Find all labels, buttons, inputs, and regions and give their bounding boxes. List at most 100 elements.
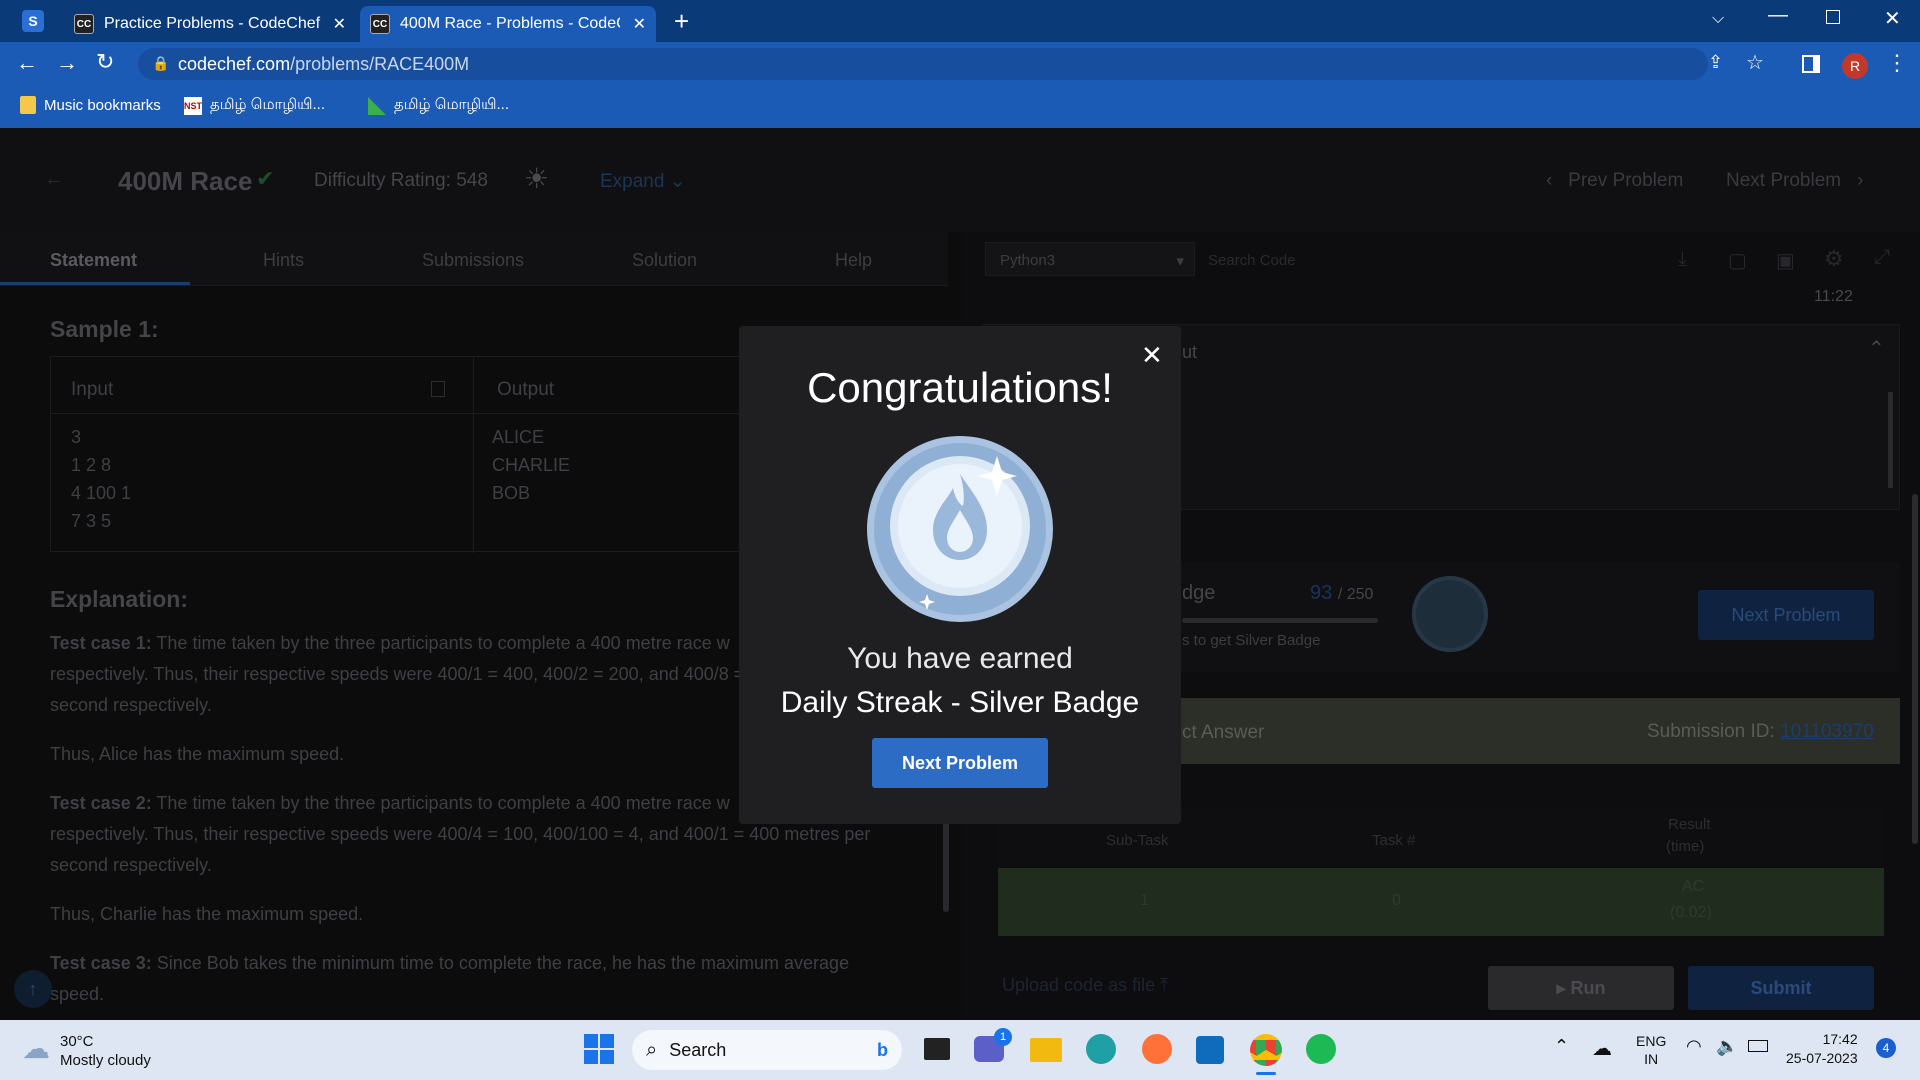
cell: 0 bbox=[1392, 892, 1401, 909]
side-panel-icon[interactable] bbox=[1802, 55, 1820, 73]
new-tab-icon[interactable]: + bbox=[674, 6, 689, 37]
browser-tab-practice[interactable]: CC Practice Problems - CodeChef ✕ bbox=[64, 6, 356, 42]
expand-button[interactable]: Expand ⌄ bbox=[600, 170, 686, 193]
output-line: BOB bbox=[492, 483, 531, 503]
submission-id-link[interactable]: 101103970 bbox=[1780, 721, 1874, 742]
volume-icon[interactable]: 🔈 bbox=[1716, 1036, 1738, 1057]
close-window-icon[interactable]: ✕ bbox=[1884, 6, 1901, 31]
minimize-icon[interactable]: — bbox=[1768, 4, 1788, 27]
clock-time: 17:42 bbox=[1822, 1031, 1858, 1047]
url-input[interactable]: 🔒 codechef.com/problems/RACE400M ⇪ ☆ bbox=[138, 48, 1764, 80]
settings-gear-icon[interactable]: ⚙ bbox=[1824, 246, 1844, 272]
windows-taskbar: ☁ 30°C Mostly cloudy ⌕ Search b 1 ⌃ ☁ EN… bbox=[0, 1020, 1920, 1080]
tab-submissions[interactable]: Submissions bbox=[422, 250, 524, 271]
firefox-icon[interactable] bbox=[1142, 1034, 1172, 1064]
tab-help[interactable]: Help bbox=[835, 250, 872, 271]
close-tab-icon[interactable]: ✕ bbox=[633, 14, 646, 34]
page-scrollbar[interactable] bbox=[1912, 494, 1918, 844]
input-line: 3 bbox=[71, 427, 82, 447]
search-code-input[interactable]: Search Code bbox=[1208, 252, 1296, 269]
next-problem-button-bg[interactable]: Next Problem bbox=[1698, 590, 1874, 640]
silver-badge-icon bbox=[1412, 576, 1488, 652]
col-time: (time) bbox=[1666, 838, 1705, 855]
scroll-top-button[interactable]: ↑ bbox=[14, 970, 52, 1008]
bookmark-tamil-1[interactable]: NST தமிழ் மொழியி... bbox=[184, 96, 325, 115]
col-result: Result bbox=[1668, 816, 1711, 833]
fullscreen-icon[interactable]: ⤢ bbox=[1874, 246, 1890, 269]
tc-text: speed. bbox=[50, 984, 105, 1004]
battery-icon[interactable] bbox=[1748, 1040, 1768, 1052]
sample-output-label: Output bbox=[497, 379, 555, 400]
menu-kebab-icon[interactable]: ⋮ bbox=[1886, 50, 1908, 76]
browser-tab-active[interactable]: CC 400M Race - Problems - CodeCh ✕ bbox=[360, 6, 656, 42]
tab-search-chevron-icon[interactable]: ⌵ bbox=[1712, 10, 1724, 28]
tab-hints[interactable]: Hints bbox=[263, 250, 304, 271]
site-favicon-icon: NST bbox=[184, 96, 202, 115]
store-icon[interactable] bbox=[1196, 1036, 1224, 1064]
share-icon[interactable]: ⇪ bbox=[1708, 52, 1723, 73]
tab-statement[interactable]: Statement bbox=[50, 250, 137, 271]
download-icon[interactable]: ⤓ bbox=[1678, 248, 1687, 271]
onedrive-icon[interactable]: ☁ bbox=[1592, 1036, 1612, 1061]
tc-label: Test case 2: bbox=[50, 793, 152, 813]
notification-badge[interactable]: 4 bbox=[1876, 1038, 1896, 1058]
language-indicator[interactable]: ENG IN bbox=[1636, 1032, 1666, 1068]
back-arrow-icon[interactable]: ← bbox=[44, 168, 64, 191]
badge-label: dge bbox=[1182, 582, 1216, 604]
close-icon[interactable]: ✕ bbox=[1141, 340, 1163, 371]
chevron-up-icon[interactable]: ⌃ bbox=[1554, 1036, 1569, 1057]
tab-solution[interactable]: Solution bbox=[632, 250, 697, 271]
dropdown-caret-icon: ▾ bbox=[1176, 253, 1184, 270]
search-icon: ⌕ bbox=[646, 1038, 658, 1061]
flag-icon bbox=[368, 96, 386, 115]
active-app-indicator bbox=[1256, 1072, 1276, 1075]
tc-label: Test case 3: bbox=[50, 953, 152, 973]
close-tab-icon[interactable]: ✕ bbox=[333, 14, 346, 34]
sample-input-label: Input bbox=[71, 379, 114, 400]
next-problem-button[interactable]: Next Problem bbox=[872, 738, 1048, 788]
language-select[interactable]: Python3 ▾ bbox=[985, 242, 1195, 276]
comment-icon[interactable]: ▢ bbox=[1728, 248, 1747, 273]
theme-sun-icon[interactable]: ☀ bbox=[524, 162, 549, 195]
edge-icon[interactable] bbox=[1086, 1034, 1116, 1064]
restore-icon[interactable] bbox=[1826, 10, 1840, 24]
bookmarks-bar: Music bookmarks NST தமிழ் மொழியி... தமிழ… bbox=[0, 86, 1920, 128]
clock[interactable]: 17:42 25-07-2023 bbox=[1786, 1030, 1858, 1068]
start-button[interactable] bbox=[584, 1034, 614, 1064]
upload-code-link[interactable]: Upload code as file ⤒ bbox=[1002, 975, 1168, 996]
taskbar-search-input[interactable]: ⌕ Search b bbox=[632, 1030, 902, 1070]
back-icon[interactable]: ← bbox=[16, 50, 38, 76]
wifi-icon[interactable]: ◠ bbox=[1686, 1036, 1702, 1057]
bookmark-music[interactable]: Music bookmarks bbox=[20, 96, 161, 114]
problem-header: ← 400M Race ✔ Difficulty Rating: 548 ☀ E… bbox=[0, 128, 1920, 232]
tc-text: The time taken by the three participants… bbox=[156, 633, 730, 653]
collapse-chevron-icon[interactable]: ⌃ bbox=[1868, 336, 1885, 361]
progress-count: 93 / 250 bbox=[1310, 582, 1374, 604]
bookmark-tamil-2[interactable]: தமிழ் மொழியி... bbox=[368, 96, 509, 115]
spotify-icon[interactable] bbox=[1306, 1034, 1336, 1064]
reload-icon[interactable]: ↻ bbox=[96, 49, 114, 75]
forward-icon[interactable]: → bbox=[56, 50, 78, 76]
progress-bar bbox=[1182, 618, 1378, 623]
output-line: ALICE bbox=[492, 427, 545, 447]
region-code: IN bbox=[1644, 1051, 1659, 1067]
weather-widget[interactable]: ☁ 30°C Mostly cloudy bbox=[22, 1032, 151, 1070]
search-tabs-icon[interactable]: S bbox=[22, 10, 44, 32]
profile-avatar[interactable]: R bbox=[1842, 53, 1868, 79]
input-line: 4 100 1 bbox=[71, 483, 132, 503]
bookmark-star-icon[interactable]: ☆ bbox=[1746, 50, 1764, 75]
chrome-icon[interactable] bbox=[1250, 1034, 1282, 1066]
tc-text: Since Bob takes the minimum time to comp… bbox=[156, 953, 850, 973]
run-button[interactable]: ▸ Run bbox=[1488, 966, 1674, 1010]
tc3-line: Test case 3: Since Bob takes the minimum… bbox=[50, 948, 910, 979]
prev-problem-button[interactable]: ‹ Prev Problem bbox=[1546, 170, 1683, 192]
output-scrollbar[interactable] bbox=[1888, 392, 1893, 488]
next-problem-link[interactable]: Next Problem › bbox=[1726, 170, 1863, 192]
file-explorer-icon[interactable] bbox=[1030, 1038, 1062, 1062]
copy-icon[interactable] bbox=[431, 381, 445, 397]
splitter-scrollbar[interactable] bbox=[943, 820, 949, 912]
submit-button[interactable]: Submit bbox=[1688, 966, 1874, 1010]
task-view-icon[interactable] bbox=[924, 1038, 950, 1060]
save-icon[interactable]: ▣ bbox=[1776, 248, 1795, 273]
col-subtask: Sub-Task bbox=[1106, 832, 1169, 849]
